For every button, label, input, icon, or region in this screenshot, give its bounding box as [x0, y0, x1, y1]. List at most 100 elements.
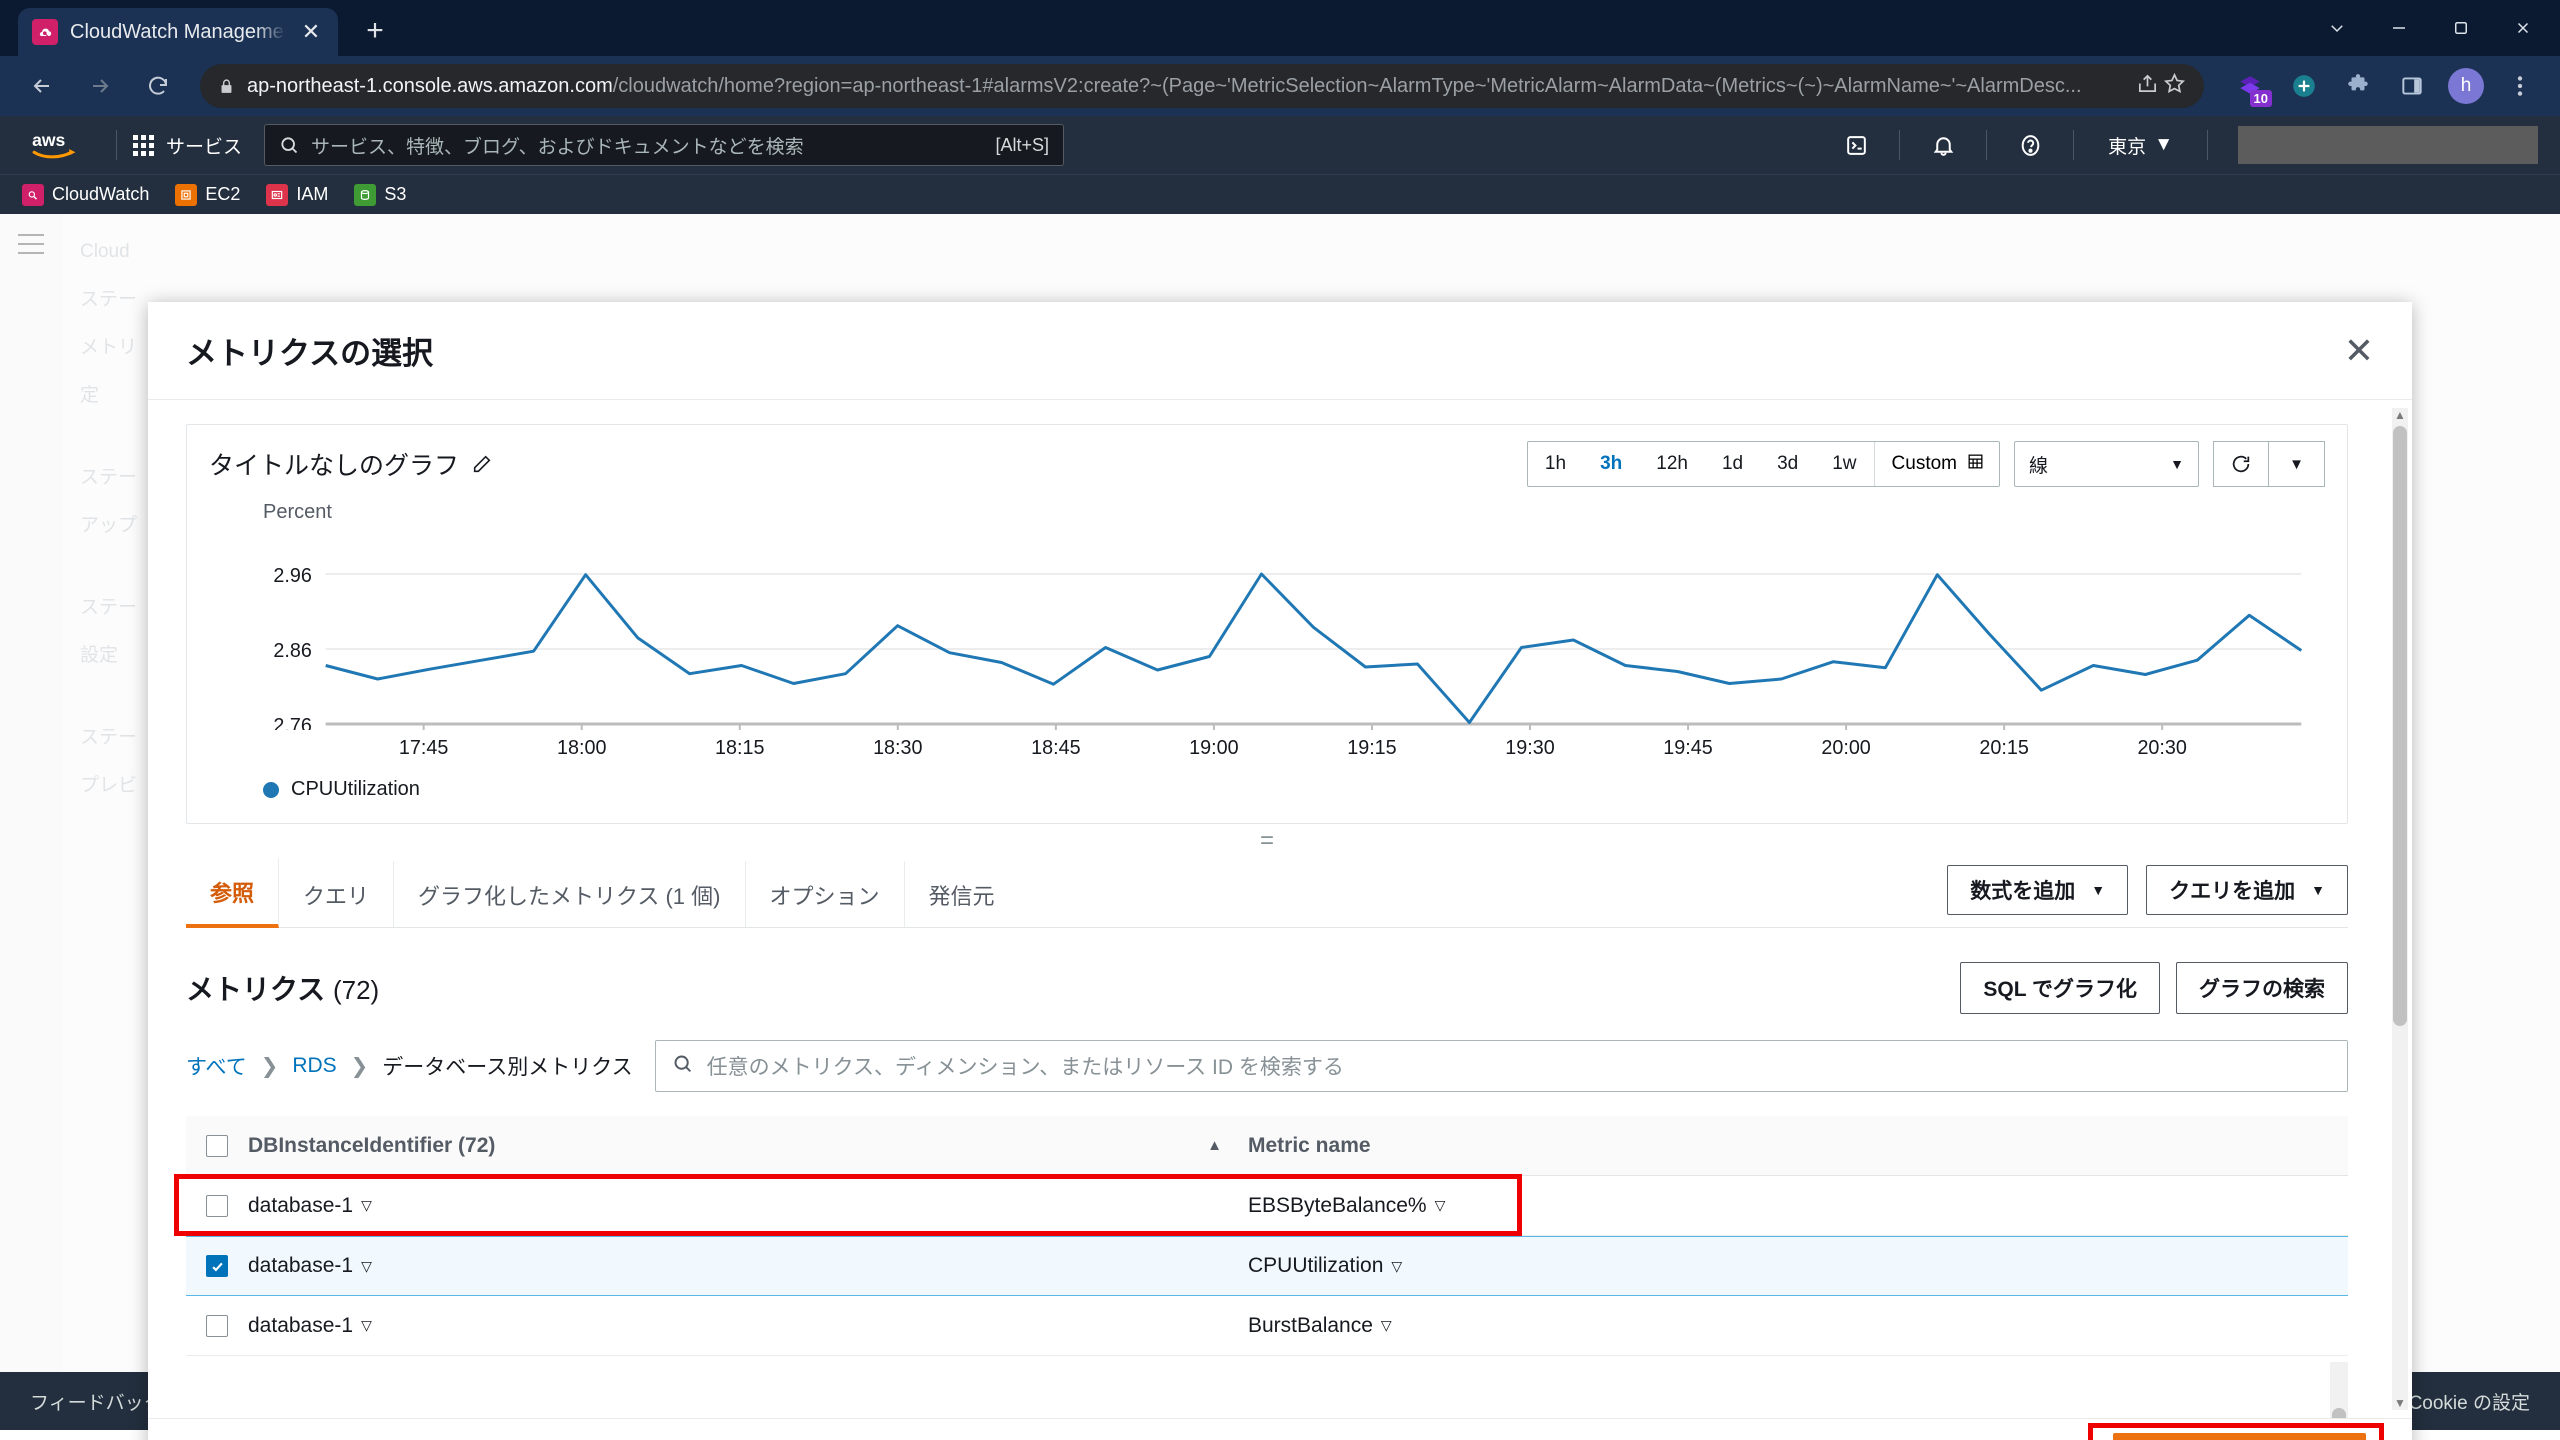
- table-row[interactable]: database-1 ▽ EBSByteBalance% ▽: [186, 1176, 2348, 1236]
- favorite-ec2[interactable]: EC2: [175, 184, 240, 206]
- row-metric-value: BurstBalance: [1248, 1314, 1373, 1338]
- browser-window: CloudWatch Management Conso ✕ +: [0, 0, 2560, 1440]
- row-checkbox[interactable]: [206, 1255, 228, 1277]
- browser-tabstrip: CloudWatch Management Conso ✕ +: [0, 0, 2560, 56]
- range-1h[interactable]: 1h: [1528, 442, 1583, 486]
- svg-text:aws: aws: [32, 130, 65, 150]
- chart-type-value: 線: [2029, 451, 2048, 478]
- tab-query[interactable]: クエリ: [279, 861, 394, 927]
- refresh-button[interactable]: [2213, 441, 2269, 487]
- search-icon: [672, 1053, 693, 1079]
- range-1w[interactable]: 1w: [1815, 442, 1873, 486]
- range-custom[interactable]: Custom: [1875, 442, 1999, 486]
- range-3h[interactable]: 3h: [1583, 442, 1639, 486]
- url-input[interactable]: ap-northeast-1.console.aws.amazon.com/cl…: [200, 64, 2204, 108]
- metrics-actions: SQL でグラフ化 グラフの検索: [1960, 962, 2348, 1014]
- extension-teal-icon[interactable]: [2280, 62, 2328, 110]
- browser-menu-icon[interactable]: [2496, 62, 2544, 110]
- column-metric-name[interactable]: Metric name: [1248, 1134, 2348, 1158]
- graph-title[interactable]: タイトルなしのグラフ: [209, 446, 493, 482]
- aws-page-body: Cloud ステー メトリ 定 ステー アップ ステー 設定 ステー プレビ メ…: [0, 214, 2560, 1372]
- modal-scrollbar-thumb[interactable]: [2393, 426, 2407, 1026]
- sidebar-toggle-icon[interactable]: [2388, 62, 2436, 110]
- bookmark-star-icon[interactable]: [2163, 72, 2186, 100]
- row-db-instance: database-1 ▽: [248, 1254, 1248, 1278]
- range-1d[interactable]: 1d: [1705, 442, 1760, 486]
- row-dropdown-icon[interactable]: ▽: [361, 1317, 372, 1334]
- select-all-checkbox[interactable]: [206, 1135, 228, 1157]
- row-dropdown-icon[interactable]: ▽: [361, 1197, 372, 1214]
- table-row[interactable]: database-1 ▽ CPUUtilization ▽: [186, 1236, 2348, 1296]
- notifications-bell-icon[interactable]: [1916, 124, 1970, 166]
- row-dropdown-icon[interactable]: ▽: [1381, 1317, 1392, 1334]
- table-row[interactable]: database-1 ▽ BurstBalance ▽: [186, 1296, 2348, 1356]
- legend-label: CPUUtilization: [291, 778, 420, 801]
- cookie-settings-link[interactable]: Cookie の設定: [2409, 1388, 2530, 1415]
- graph-with-sql-button[interactable]: SQL でグラフ化: [1960, 962, 2160, 1014]
- breadcrumb-rds[interactable]: RDS: [292, 1054, 336, 1078]
- row-db-value: database-1: [248, 1314, 353, 1338]
- window-list-icon[interactable]: [2306, 0, 2368, 56]
- favorite-s3[interactable]: S3: [354, 184, 406, 206]
- column-db-instance-identifier[interactable]: DBInstanceIdentifier (72) ▲: [248, 1134, 1248, 1158]
- row-dropdown-icon[interactable]: ▽: [1391, 1258, 1402, 1275]
- window-close-icon[interactable]: [2492, 0, 2554, 56]
- share-icon[interactable]: [2136, 72, 2159, 100]
- graph-search-button[interactable]: グラフの検索: [2176, 962, 2348, 1014]
- help-icon[interactable]: [2003, 124, 2057, 166]
- reload-button[interactable]: [132, 60, 184, 112]
- row-dropdown-icon[interactable]: ▽: [1435, 1197, 1446, 1214]
- forward-button[interactable]: [74, 60, 126, 112]
- tab-browse[interactable]: 参照: [186, 858, 279, 928]
- window-controls: [2306, 0, 2560, 56]
- aws-search-input[interactable]: サービス、特徴、ブログ、およびドキュメントなどを検索 [Alt+S]: [264, 124, 1064, 166]
- back-button[interactable]: [16, 60, 68, 112]
- range-3d[interactable]: 3d: [1760, 442, 1815, 486]
- breadcrumb: すべて ❯ RDS ❯ データベース別メトリクス 任意のメトリクス、ディメンショ…: [186, 1040, 2348, 1092]
- window-maximize-icon[interactable]: [2430, 0, 2492, 56]
- new-tab-button[interactable]: +: [352, 8, 398, 54]
- table-scrollbar[interactable]: [2330, 1362, 2348, 1418]
- window-minimize-icon[interactable]: [2368, 0, 2430, 56]
- row-checkbox[interactable]: [206, 1195, 228, 1217]
- add-query-button[interactable]: クエリを追加 ▼: [2146, 865, 2348, 915]
- tab-options[interactable]: オプション: [746, 861, 905, 927]
- svg-text:2.96: 2.96: [273, 565, 311, 587]
- cloudshell-icon[interactable]: [1829, 124, 1883, 166]
- row-checkbox[interactable]: [206, 1315, 228, 1337]
- scroll-up-icon[interactable]: ▲: [2394, 408, 2406, 422]
- chart-legend[interactable]: CPUUtilization: [209, 764, 2325, 817]
- table-scrollbar-thumb[interactable]: [2332, 1408, 2346, 1418]
- tab-source[interactable]: 発信元: [905, 861, 1019, 927]
- tab-close-icon[interactable]: ✕: [298, 21, 324, 43]
- feedback-link[interactable]: フィードバック: [30, 1388, 163, 1415]
- extension-purple-icon[interactable]: 10: [2226, 62, 2274, 110]
- favorite-iam[interactable]: IAM: [266, 184, 328, 206]
- metric-search-input[interactable]: 任意のメトリクス、ディメンション、またはリソース ID を検索する: [655, 1040, 2348, 1092]
- modal-scrollbar[interactable]: ▲ ▼: [2392, 408, 2408, 1410]
- table-header-row: DBInstanceIdentifier (72) ▲ Metric name: [186, 1116, 2348, 1176]
- add-math-button[interactable]: 数式を追加 ▼: [1947, 865, 2128, 915]
- extensions-puzzle-icon[interactable]: [2334, 62, 2382, 110]
- services-menu[interactable]: サービス: [133, 132, 242, 159]
- account-menu-redacted[interactable]: [2238, 126, 2538, 164]
- aws-logo[interactable]: aws: [22, 128, 100, 162]
- sort-asc-icon: ▲: [1207, 1137, 1248, 1154]
- tab-graphed-metrics[interactable]: グラフ化したメトリクス (1 個): [394, 861, 745, 927]
- select-metrics-button[interactable]: メトリクスの選択: [2113, 1433, 2366, 1440]
- profile-avatar[interactable]: h: [2442, 62, 2490, 110]
- scroll-down-icon[interactable]: ▼: [2394, 1396, 2406, 1410]
- favorite-cloudwatch[interactable]: CloudWatch: [22, 184, 149, 206]
- resize-handle[interactable]: =: [148, 824, 2386, 858]
- row-dropdown-icon[interactable]: ▽: [361, 1258, 372, 1275]
- breadcrumb-all[interactable]: すべて: [186, 1051, 247, 1081]
- grid-icon: [133, 135, 154, 156]
- refresh-options-button[interactable]: ▼: [2269, 441, 2325, 487]
- chart-type-select[interactable]: 線 ▼: [2014, 441, 2199, 487]
- pencil-icon[interactable]: [471, 453, 493, 475]
- range-12h[interactable]: 12h: [1639, 442, 1705, 486]
- browser-tab[interactable]: CloudWatch Management Conso ✕: [18, 8, 338, 56]
- svg-text:19:45: 19:45: [1663, 737, 1712, 759]
- close-icon[interactable]: ✕: [2344, 333, 2374, 369]
- region-selector[interactable]: 東京 ▼: [2090, 132, 2191, 159]
